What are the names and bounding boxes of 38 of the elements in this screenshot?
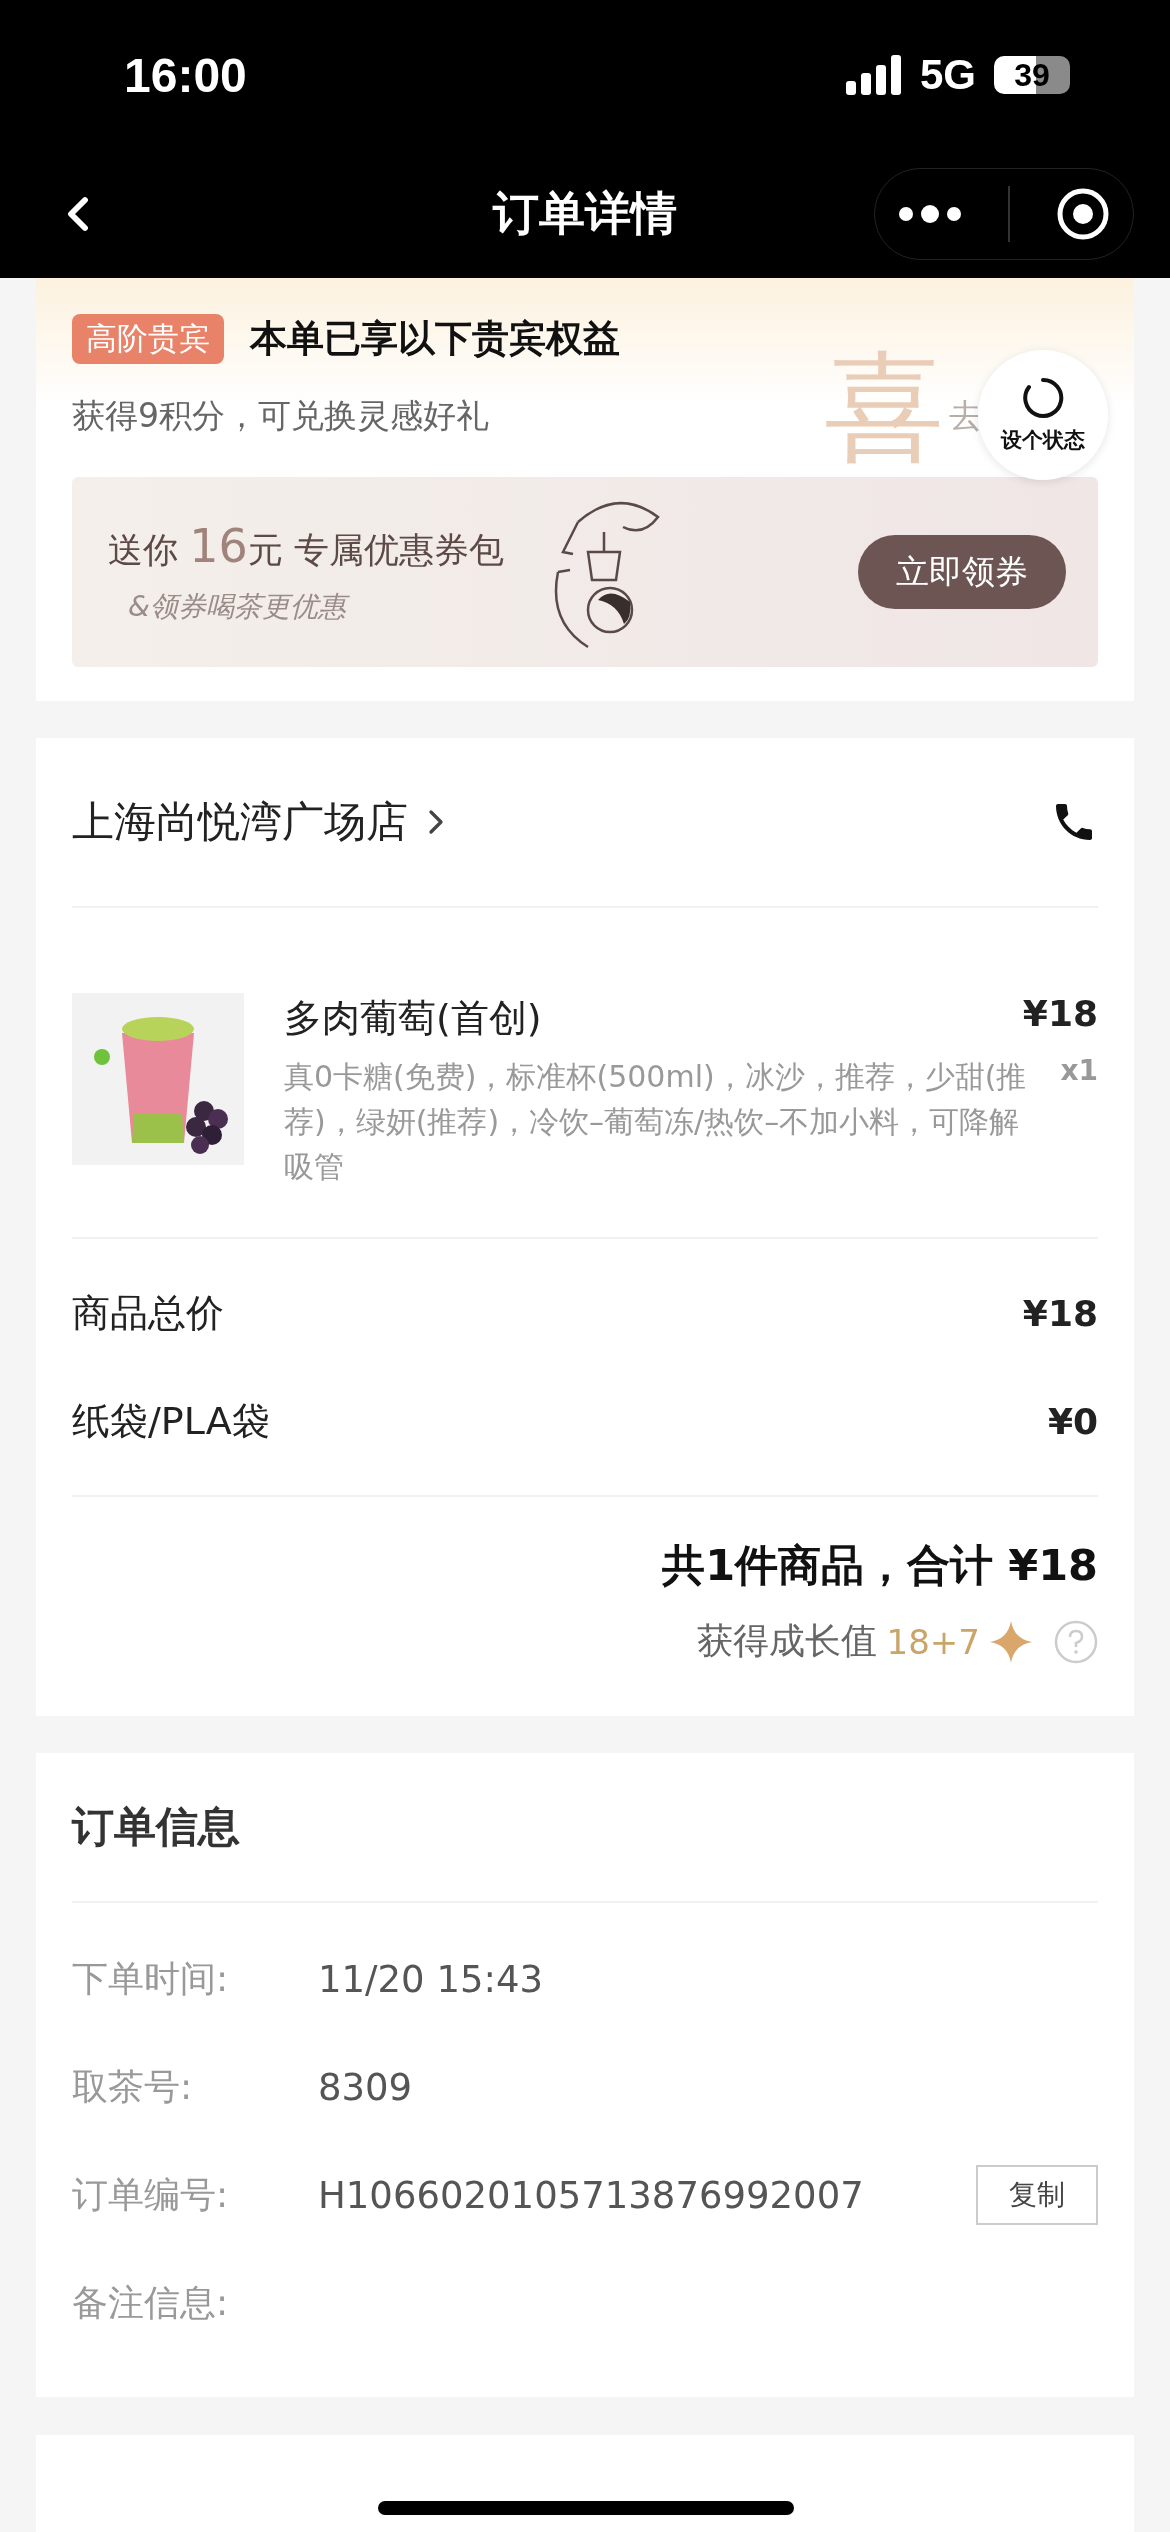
status-time: 16:00 xyxy=(124,47,247,103)
info-value: H1066020105713876992007 xyxy=(318,2173,864,2217)
info-label: 下单时间: xyxy=(72,1956,230,2001)
order-total: 共1件商品，合计 ¥18 xyxy=(662,1539,1098,1592)
product-price: ¥18 xyxy=(1022,993,1098,1034)
growth-value: 18+7 xyxy=(886,1621,980,1662)
charge-label: 商品总价 xyxy=(72,1289,224,1337)
charge-label: 纸袋/PLA袋 xyxy=(72,1397,270,1445)
signal-icon xyxy=(845,55,902,95)
info-label: 取茶号: xyxy=(72,2064,194,2109)
page-title: 订单详情 xyxy=(491,185,678,242)
info-label: 备注信息: xyxy=(72,2280,230,2325)
info-value: 8309 xyxy=(318,2065,413,2109)
product-options: 真0卡糖(免费)，标准杯(500ml)，冰沙，推荐，少甜(推荐)，绿妍(推荐)，冷饮–葡萄冻/热饮–不加小料，可降解吸管 xyxy=(284,1054,1031,1189)
claim-coupon-button[interactable]: 立即领券 xyxy=(858,535,1066,609)
close-target-icon[interactable] xyxy=(1056,187,1110,241)
info-label: 订单编号: xyxy=(72,2172,230,2217)
more-icon[interactable] xyxy=(898,204,962,224)
points-text: 获得9积分，可兑换灵感好礼 xyxy=(72,395,489,437)
benefits-heading: 本单已享以下贵宾权益 xyxy=(250,316,620,362)
decor-glyph: 喜 xyxy=(824,337,944,479)
info-value: 11/20 15:43 xyxy=(318,1957,544,2001)
battery-level: 39 xyxy=(994,56,1070,94)
store-name[interactable]: 上海尚悦湾广场店 xyxy=(72,794,408,850)
set-status-button[interactable]: 设个状态 xyxy=(978,350,1108,480)
product-name: 多肉葡萄(首创) xyxy=(284,995,542,1042)
network-label: 5G xyxy=(919,51,976,99)
charge-amount: ¥18 xyxy=(1022,1292,1098,1334)
coupon-offer: 送你 16元 专属优惠券包 xyxy=(108,518,505,574)
product-quantity: x1 xyxy=(1060,1054,1098,1089)
copy-button[interactable]: 复制 xyxy=(976,2165,1098,2225)
spinner-icon xyxy=(1021,376,1065,420)
sparkle-icon xyxy=(990,1620,1032,1663)
growth-label: 获得成长值 xyxy=(696,1619,877,1663)
coupon-subtitle: &领券喝茶更优惠 xyxy=(108,587,548,626)
section-title: 订单信息 xyxy=(72,1801,240,1853)
charge-amount: ¥0 xyxy=(1047,1400,1098,1442)
vip-badge: 高阶贵宾 xyxy=(72,314,224,364)
